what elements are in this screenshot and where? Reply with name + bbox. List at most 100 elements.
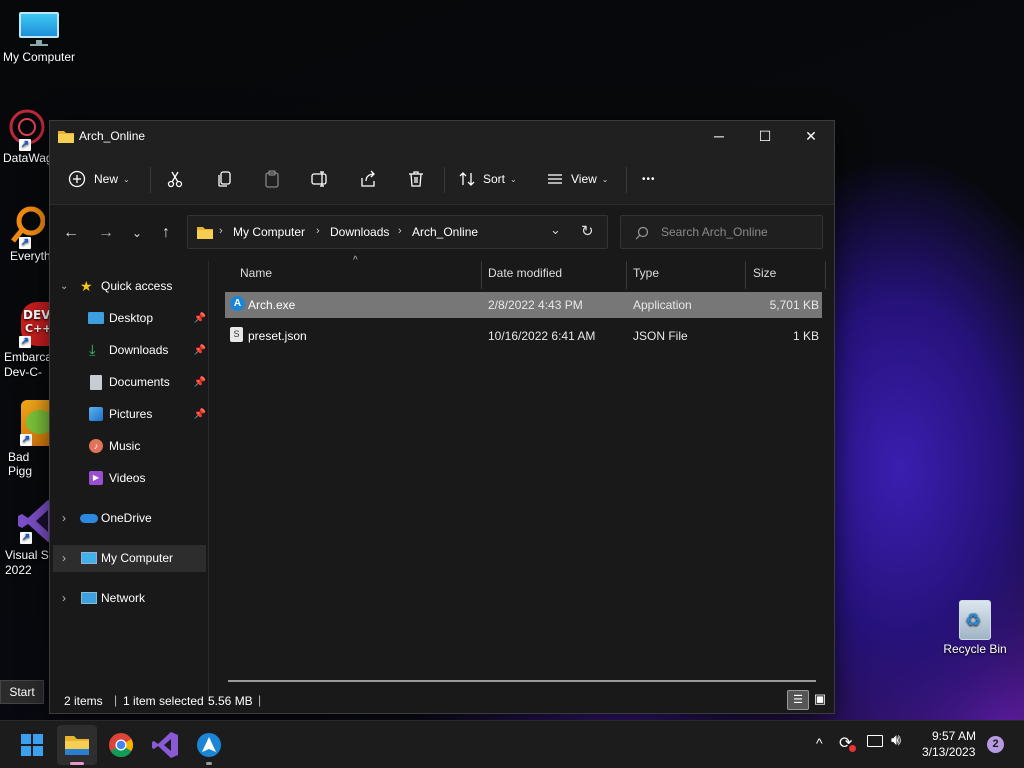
file-explorer-window[interactable]: Arch_Online ─ ☐ ✕ New ⌄ Sort ⌄ View ⌄ ••… [49,120,835,714]
column-divider[interactable] [745,261,746,289]
column-header-size[interactable]: Size [753,266,776,286]
file-explorer-icon [65,736,89,755]
nav-item-desktop[interactable]: Desktop 📌 [56,305,206,331]
nav-item-downloads[interactable]: ⤓ Downloads 📌 [56,337,206,363]
more-icon: ••• [642,173,656,185]
search-icon [635,226,649,240]
column-divider[interactable] [825,261,826,289]
paste-button[interactable] [263,164,281,194]
desktop-icon-recycle-bin[interactable]: ♻ Recycle Bin [936,596,1014,656]
sort-arrow-icon: ^ [353,255,358,266]
address-dropdown-icon[interactable]: ⌄ [550,222,561,238]
breadcrumb-arch-online[interactable]: Arch_Online [412,225,478,239]
up-button[interactable]: ↑ [154,221,178,245]
more-options-button[interactable]: ••• [642,164,656,194]
delete-button[interactable] [407,164,425,194]
rename-button[interactable] [311,164,329,194]
chrome-icon [109,733,134,758]
taskbar-visual-studio[interactable] [145,725,185,765]
share-button[interactable] [359,164,377,194]
tiles-view-button[interactable]: ▣ [810,690,830,710]
nav-onedrive[interactable]: › OneDrive [56,505,206,531]
nav-label: Desktop [109,311,154,325]
desktop-icon-visual-studio[interactable]: ↗ Visual St 2022 [0,498,52,578]
cloud-icon [80,513,98,523]
clock-time[interactable]: 9:57 AM [932,729,976,743]
sort-button[interactable]: Sort ⌄ [458,164,517,194]
nav-label: Quick access [101,279,173,293]
file-date: 10/16/2022 6:41 AM [488,329,596,343]
pane-divider[interactable] [208,261,209,701]
address-bar[interactable]: › My Computer › Downloads › Arch_Online … [187,215,608,249]
music-icon: ♪ [89,439,103,453]
volume-icon[interactable]: 🔊︎ [891,732,901,750]
maximize-button[interactable]: ☐ [742,121,788,151]
network-icon[interactable] [867,735,883,747]
breadcrumb-my-computer[interactable]: My Computer [233,225,305,239]
toolbar-divider [626,167,627,193]
file-name: Arch.exe [248,298,296,312]
nav-item-videos[interactable]: ▶ Videos [56,465,206,491]
horizontal-scrollbar[interactable] [228,680,816,682]
taskbar-arch[interactable] [189,725,229,765]
details-view-button[interactable]: ☰ [787,690,809,710]
running-indicator [206,762,212,765]
selection-count: 1 item selected [123,694,204,708]
title-bar[interactable]: Arch_Online ─ ☐ ✕ [50,121,834,151]
file-row-preset-json[interactable]: S preset.json 10/16/2022 6:41 AM JSON Fi… [225,323,822,349]
status-bar: 2 items | 1 item selected 5.56 MB | ☰ ▣ [50,687,834,713]
recent-locations-button[interactable]: ⌄ [125,221,149,245]
cut-button[interactable] [166,164,184,194]
error-badge-icon [849,745,856,752]
desktop-icon-datawag[interactable]: ↗ DataWag [0,105,50,165]
datawag-icon: ↗ [5,105,45,151]
notification-badge[interactable]: 2 [987,736,1004,753]
taskbar-chrome[interactable] [101,725,141,765]
forward-button[interactable]: → [94,221,118,245]
nav-item-pictures[interactable]: Pictures 📌 [56,401,206,427]
plus-circle-icon [68,170,86,188]
file-row-arch-exe[interactable]: A Arch.exe 2/8/2022 4:43 PM Application … [225,292,822,318]
column-header-date[interactable]: Date modified [488,266,562,286]
show-hidden-icons-button[interactable]: ^ [816,735,823,751]
desktop-icon-label: My Computer [2,50,76,64]
close-button[interactable]: ✕ [788,121,834,151]
shortcut-arrow-icon: ↗ [19,336,31,348]
column-header-name[interactable]: Name [240,266,272,286]
desktop-icon-my-computer[interactable]: My Computer [0,10,78,64]
everything-icon: ↗ [5,203,46,249]
clock-date[interactable]: 3/13/2023 [922,745,975,759]
desktop-icon-label: Visual St 2022 [5,548,52,577]
toolbar-divider [444,167,445,193]
file-size: 5,701 KB [769,298,819,312]
window-title: Arch_Online [79,129,146,143]
status-divider: | [258,693,262,707]
minimize-button[interactable]: ─ [696,121,742,151]
nav-my-computer[interactable]: › My Computer [56,545,206,571]
desktop-icon-devcpp[interactable]: DEV C++ ↗ Embarca Dev-C- [0,302,50,380]
copy-button[interactable] [216,164,234,194]
view-button[interactable]: View ⌄ [546,164,609,194]
desktop-icon-bad-piggies[interactable]: ↗ Bad Pigg [0,400,52,478]
refresh-icon[interactable]: ↻ [581,222,594,240]
view-label: View [571,172,597,186]
column-divider[interactable] [481,261,482,289]
nav-item-documents[interactable]: Documents 📌 [56,369,206,395]
nav-quick-access[interactable]: ⌄ ★ Quick access [56,273,206,299]
taskbar-file-explorer[interactable] [57,725,97,765]
back-button[interactable]: ← [59,221,83,245]
nav-item-music[interactable]: ♪ Music [56,433,206,459]
file-name: preset.json [248,329,307,343]
network-icon [81,592,97,604]
new-button[interactable]: New ⌄ [68,164,130,194]
nav-network[interactable]: › Network [56,585,206,611]
column-header-type[interactable]: Type [633,266,659,286]
chevron-down-icon: ⌄ [60,280,69,292]
desktop-icon-label: Bad Pigg [8,450,33,478]
search-box[interactable]: Search Arch_Online [620,215,823,249]
start-button[interactable] [12,725,52,765]
breadcrumb-downloads[interactable]: Downloads [330,225,389,239]
column-divider[interactable] [626,261,627,289]
status-divider: | [114,693,118,707]
desktop-icon-everything[interactable]: ↗ Everyth [0,203,50,263]
